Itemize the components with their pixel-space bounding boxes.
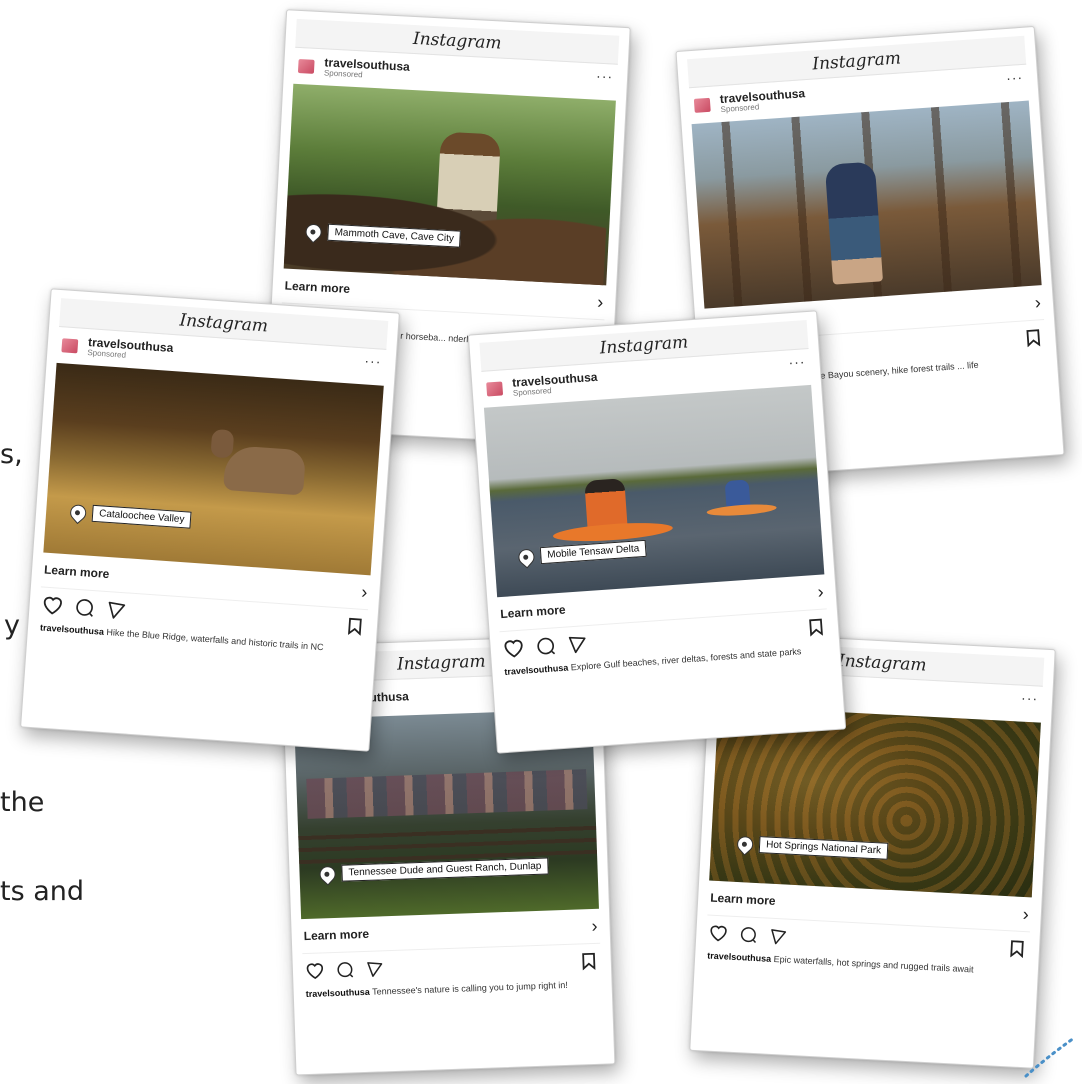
photo-elk <box>223 444 307 496</box>
instagram-logo-text: Instagram <box>599 332 689 359</box>
photo-hiker <box>824 161 883 285</box>
bookmark-icon[interactable] <box>1009 939 1026 959</box>
instagram-logo-text: Instagram <box>178 310 269 337</box>
photo-riders <box>306 769 588 819</box>
more-dots-icon[interactable]: ··· <box>788 353 806 370</box>
chevron-right-icon[interactable]: › <box>597 291 604 312</box>
more-dots-icon[interactable]: ··· <box>596 68 614 85</box>
bookmark-icon[interactable] <box>1025 328 1042 348</box>
heart-icon[interactable] <box>502 638 525 659</box>
chevron-right-icon[interactable]: › <box>591 915 598 936</box>
more-dots-icon[interactable]: ··· <box>1021 690 1039 707</box>
post-photo[interactable] <box>691 100 1042 309</box>
instagram-logo-text: Instagram <box>412 28 503 54</box>
learn-more-link[interactable]: Learn more <box>500 603 566 622</box>
location-pin-icon <box>316 862 339 886</box>
send-icon[interactable] <box>566 633 589 654</box>
learn-more-link[interactable]: Learn more <box>710 891 776 908</box>
location-tag[interactable]: Cataloochee Valley <box>66 501 192 529</box>
bookmark-icon[interactable] <box>807 618 824 637</box>
location-label: Cataloochee Valley <box>91 504 192 529</box>
instagram-logo-text: Instagram <box>837 650 928 676</box>
chevron-right-icon[interactable]: › <box>817 581 824 602</box>
account-handle[interactable]: travelsouthusa Sponsored <box>512 370 599 399</box>
account-handle[interactable]: travelsouthusa Sponsored <box>87 335 174 364</box>
location-pin-icon <box>515 545 538 568</box>
avatar[interactable] <box>693 97 711 113</box>
chevron-right-icon[interactable]: › <box>1022 903 1029 924</box>
photo-elk-head <box>210 428 235 459</box>
learn-more-link[interactable]: Learn more <box>303 927 369 943</box>
chevron-right-icon[interactable]: › <box>361 581 368 602</box>
send-icon[interactable] <box>365 959 386 978</box>
post-photo[interactable]: Cataloochee Valley <box>43 362 384 576</box>
post-photo[interactable]: Mammoth Cave, Cave City <box>283 83 616 286</box>
comment-icon[interactable] <box>73 597 96 618</box>
slide-text-fragment-2: y <box>4 610 20 641</box>
location-pin-icon <box>66 501 90 524</box>
photo-kayak-front <box>552 519 674 545</box>
dotted-arc-decoration <box>1024 1036 1076 1078</box>
location-tag[interactable]: Mobile Tensaw Delta <box>515 539 647 568</box>
photo-kayak-back <box>706 502 777 518</box>
comment-icon[interactable] <box>335 960 356 979</box>
bookmark-icon[interactable] <box>346 617 363 636</box>
heart-icon[interactable] <box>708 924 729 943</box>
avatar[interactable] <box>61 338 79 354</box>
location-pin-icon <box>302 220 325 243</box>
slide-text-fragment-4: ts and <box>0 876 85 907</box>
heart-icon[interactable] <box>41 594 64 615</box>
bookmark-icon[interactable] <box>580 952 597 971</box>
slide-text-fragment-1: s, <box>0 439 23 470</box>
comment-icon[interactable] <box>534 635 557 656</box>
chevron-right-icon[interactable]: › <box>1034 292 1041 313</box>
location-pin-icon <box>733 832 757 856</box>
learn-more-link[interactable]: Learn more <box>44 563 110 582</box>
slide-text-fragment-3: the <box>0 787 45 818</box>
instagram-post-card-cataloochee: Instagram travelsouthusa Sponsored ··· Ca… <box>20 288 400 752</box>
more-dots-icon[interactable]: ··· <box>1006 69 1024 86</box>
photo-fence <box>298 823 598 865</box>
send-icon[interactable] <box>768 927 789 946</box>
learn-more-link[interactable]: Learn more <box>284 279 350 296</box>
location-label: Mobile Tensaw Delta <box>539 539 647 565</box>
send-icon[interactable] <box>105 599 128 620</box>
more-dots-icon[interactable]: ··· <box>364 352 382 369</box>
comment-icon[interactable] <box>738 925 759 944</box>
heart-icon[interactable] <box>305 961 326 980</box>
avatar[interactable] <box>486 381 504 397</box>
avatar[interactable] <box>297 58 315 74</box>
post-photo[interactable]: Mobile Tensaw Delta <box>483 384 825 598</box>
instagram-logo-text: Instagram <box>811 48 902 75</box>
account-handle[interactable]: travelsouthusa Sponsored <box>324 55 410 82</box>
account-handle[interactable]: travelsouthusa Sponsored <box>719 86 806 115</box>
instagram-post-card-mobile-tensaw: Instagram travelsouthusa Sponsored ··· Mo… <box>467 310 847 754</box>
instagram-logo-text: Instagram <box>396 651 486 675</box>
